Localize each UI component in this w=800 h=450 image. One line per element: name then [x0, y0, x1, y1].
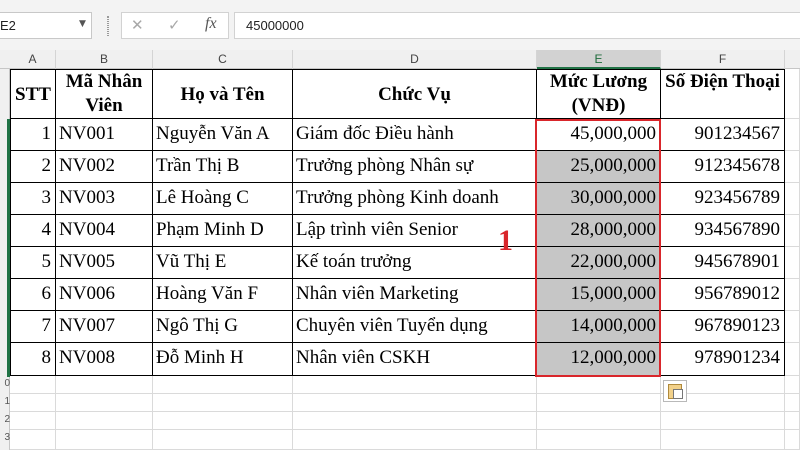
empty-cell[interactable]: [661, 430, 785, 450]
fx-icon[interactable]: fx: [205, 15, 217, 33]
empty-cell[interactable]: [10, 376, 56, 394]
column-header-g[interactable]: [785, 50, 800, 69]
cell-chuc-vu[interactable]: Chuyên viên Tuyển dụng: [293, 311, 537, 343]
empty-cell[interactable]: [293, 376, 537, 394]
empty-cell[interactable]: [293, 430, 537, 450]
cell-so-dien-thoai[interactable]: 923456789: [661, 183, 785, 215]
cell-ho-ten[interactable]: Lê Hoàng C: [153, 183, 293, 215]
header-muc-luong[interactable]: Mức Lương (VNĐ): [537, 69, 661, 119]
empty-cell[interactable]: [785, 430, 800, 450]
paste-sheet-icon: [673, 389, 683, 399]
empty-cell[interactable]: [537, 430, 661, 450]
cell-ho-ten[interactable]: Phạm Minh D: [153, 215, 293, 247]
cell-so-dien-thoai[interactable]: 978901234: [661, 343, 785, 376]
cell-ma-nhan-vien[interactable]: NV002: [56, 151, 153, 183]
cell-stt[interactable]: 6: [10, 279, 56, 311]
empty-cell[interactable]: [785, 69, 800, 119]
empty-cell[interactable]: [56, 394, 153, 412]
row-header[interactable]: 3: [0, 432, 10, 446]
empty-cell[interactable]: [56, 412, 153, 430]
cell-so-dien-thoai[interactable]: 945678901: [661, 247, 785, 279]
empty-cell[interactable]: [785, 151, 800, 183]
annotation-label: 1: [498, 224, 513, 257]
cell-stt[interactable]: 5: [10, 247, 56, 279]
empty-cell[interactable]: [537, 412, 661, 430]
empty-cell[interactable]: [56, 376, 153, 394]
empty-cell[interactable]: [10, 430, 56, 450]
formula-input[interactable]: 45000000: [234, 12, 800, 39]
cell-ho-ten[interactable]: Hoàng Văn F: [153, 279, 293, 311]
column-header-a[interactable]: A: [10, 50, 56, 69]
column-header-f[interactable]: F: [661, 50, 785, 69]
cell-so-dien-thoai[interactable]: 901234567: [661, 119, 785, 151]
cell-ma-nhan-vien[interactable]: NV006: [56, 279, 153, 311]
row-header[interactable]: 1: [0, 396, 10, 410]
header-ma-nhan-vien[interactable]: Mã Nhân Viên: [56, 69, 153, 119]
empty-cell[interactable]: [293, 394, 537, 412]
row-header[interactable]: 2: [0, 414, 10, 428]
cell-chuc-vu[interactable]: Giám đốc Điều hành: [293, 119, 537, 151]
column-header-b[interactable]: B: [56, 50, 153, 69]
cell-stt[interactable]: 1: [10, 119, 56, 151]
cell-so-dien-thoai[interactable]: 956789012: [661, 279, 785, 311]
column-header-d[interactable]: D: [293, 50, 537, 69]
cell-stt[interactable]: 4: [10, 215, 56, 247]
cell-ma-nhan-vien[interactable]: NV004: [56, 215, 153, 247]
empty-cell[interactable]: [537, 376, 661, 394]
selection-highlight-box: [535, 119, 661, 377]
cell-ho-ten[interactable]: Nguyễn Văn A: [153, 119, 293, 151]
empty-cell[interactable]: [153, 430, 293, 450]
empty-cell[interactable]: [537, 394, 661, 412]
cell-so-dien-thoai[interactable]: 934567890: [661, 215, 785, 247]
formula-bar-grip[interactable]: [107, 16, 109, 36]
cell-ho-ten[interactable]: Trần Thị B: [153, 151, 293, 183]
column-header-e[interactable]: E: [537, 50, 661, 69]
empty-cell[interactable]: [785, 247, 800, 279]
empty-cell[interactable]: [785, 279, 800, 311]
empty-cell[interactable]: [785, 183, 800, 215]
cell-stt[interactable]: 3: [10, 183, 56, 215]
empty-cell[interactable]: [153, 376, 293, 394]
empty-cell[interactable]: [10, 394, 56, 412]
cell-ma-nhan-vien[interactable]: NV007: [56, 311, 153, 343]
empty-cell[interactable]: [785, 215, 800, 247]
cell-chuc-vu[interactable]: Nhân viên Marketing: [293, 279, 537, 311]
cell-so-dien-thoai[interactable]: 912345678: [661, 151, 785, 183]
cell-chuc-vu[interactable]: Nhân viên CSKH: [293, 343, 537, 376]
empty-cell[interactable]: [293, 412, 537, 430]
column-header-c[interactable]: C: [153, 50, 293, 69]
empty-cell[interactable]: [56, 430, 153, 450]
empty-cell[interactable]: [785, 343, 800, 376]
cell-stt[interactable]: 8: [10, 343, 56, 376]
header-ho-ten[interactable]: Họ và Tên: [153, 69, 293, 119]
header-so-dien-thoai[interactable]: Số Điện Thoại: [661, 69, 785, 119]
header-stt[interactable]: STT: [10, 69, 56, 119]
check-icon[interactable]: ✓: [168, 16, 181, 34]
cell-stt[interactable]: 7: [10, 311, 56, 343]
cell-ma-nhan-vien[interactable]: NV005: [56, 247, 153, 279]
close-icon[interactable]: ✕: [131, 16, 144, 34]
empty-cell[interactable]: [153, 412, 293, 430]
empty-cell[interactable]: [785, 311, 800, 343]
cell-so-dien-thoai[interactable]: 967890123: [661, 311, 785, 343]
empty-cell[interactable]: [661, 412, 785, 430]
empty-cell[interactable]: [153, 394, 293, 412]
cell-ho-ten[interactable]: Vũ Thị E: [153, 247, 293, 279]
cell-ho-ten[interactable]: Đỗ Minh H: [153, 343, 293, 376]
cell-ma-nhan-vien[interactable]: NV001: [56, 119, 153, 151]
empty-cell[interactable]: [10, 412, 56, 430]
empty-cell[interactable]: [785, 412, 800, 430]
cell-stt[interactable]: 2: [10, 151, 56, 183]
empty-cell[interactable]: [785, 394, 800, 412]
row-header[interactable]: 0: [0, 378, 10, 392]
cell-chuc-vu[interactable]: Trưởng phòng Nhân sự: [293, 151, 537, 183]
chevron-down-icon[interactable]: ▼: [79, 19, 86, 29]
cell-ma-nhan-vien[interactable]: NV008: [56, 343, 153, 376]
cell-ho-ten[interactable]: Ngô Thị G: [153, 311, 293, 343]
cell-chuc-vu[interactable]: Trưởng phòng Kinh doanh: [293, 183, 537, 215]
header-chuc-vu[interactable]: Chức Vụ: [293, 69, 537, 119]
empty-cell[interactable]: [785, 376, 800, 394]
empty-cell[interactable]: [785, 119, 800, 151]
cell-ma-nhan-vien[interactable]: NV003: [56, 183, 153, 215]
